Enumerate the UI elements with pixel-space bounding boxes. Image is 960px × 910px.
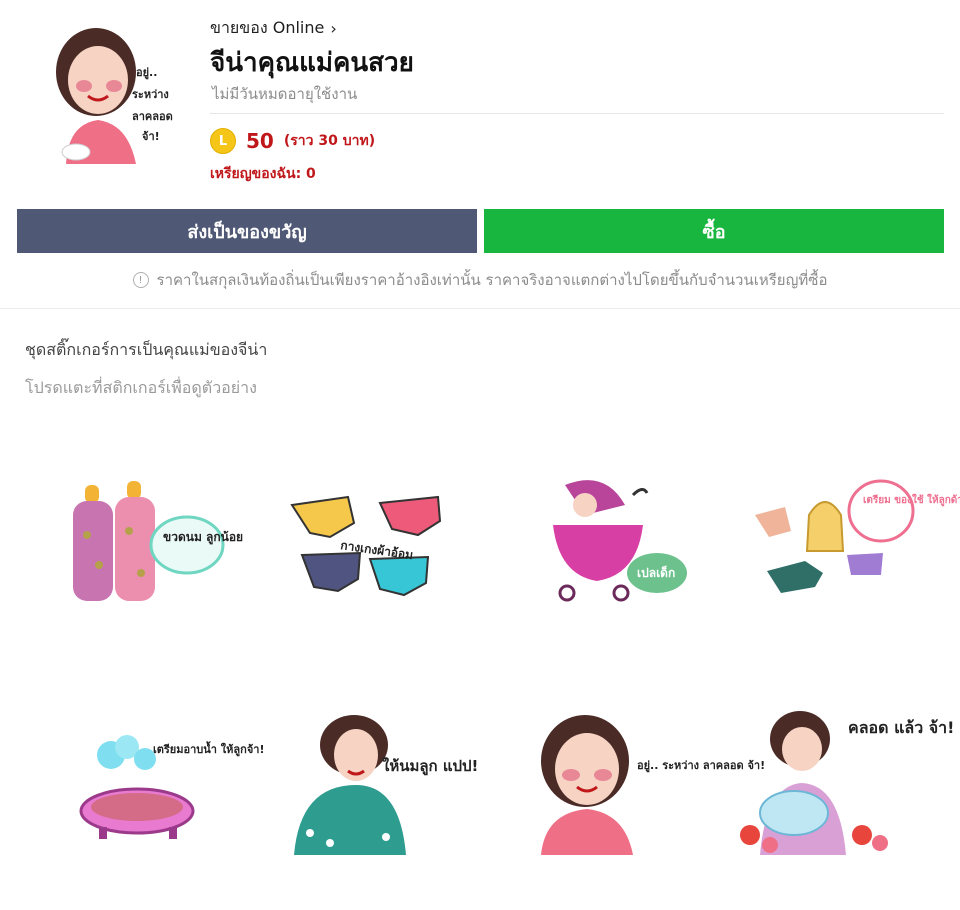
sticker-caption: ขวดนม ลูกน้อย (163, 530, 243, 545)
pack-description: ชุดสติ๊กเกอร์การเป็นคุณแม่ของจีน่า (25, 340, 268, 359)
seller-label: ขายของ Online (210, 18, 325, 37)
sticker-item[interactable]: ขวดนม ลูกน้อย (60, 460, 243, 620)
price-value: 50 (246, 129, 274, 153)
sticker-pack-thumbnail: อยู่.. ระหว่าง ลาคลอด จ้า! (48, 24, 188, 164)
my-coins: เหรียญของฉัน: 0 (210, 166, 316, 182)
seller-link[interactable]: ขายของ Online › (210, 16, 337, 41)
price-row: L 50 (ราว 30 บาท) (210, 128, 375, 154)
preview-hint: โปรดแตะที่สติกเกอร์เพื่อดูตัวอย่าง (25, 378, 257, 397)
sticker-item[interactable]: เปลเด็ก (520, 460, 700, 620)
buy-button[interactable]: ซื้อ (484, 209, 944, 253)
sticker-caption: คลอด แล้ว จ้า! (848, 718, 954, 737)
sticker-item[interactable]: อยู่.. ระหว่าง ลาคลอด จ้า! (520, 700, 765, 860)
gift-button[interactable]: ส่งเป็นของขวัญ (17, 209, 477, 253)
sticker-item[interactable]: ให้นมลูก แปป! (285, 700, 478, 860)
sticker-caption: เตรียมอาบน้ำ ให้ลูกจ้า! (153, 741, 264, 757)
validity-text: ไม่มีวันหมดอายุใช้งาน (212, 85, 358, 103)
svg-text:ระหว่าง: ระหว่าง (132, 88, 169, 101)
section-divider (0, 308, 960, 309)
chevron-right-icon: › (330, 19, 337, 38)
sticker-item[interactable]: คลอด แล้ว จ้า! (730, 700, 954, 860)
info-icon: ! (132, 272, 149, 288)
sticker-item[interactable]: เตรียม ของใช้ ให้ลูกด้วย (740, 460, 960, 620)
sticker-caption: เตรียม ของใช้ ให้ลูกด้วย (863, 493, 960, 507)
sticker-item[interactable]: กางเกงผ้าอ้อม (275, 460, 455, 620)
page-title: จีน่าคุณแม่คนสวย (210, 48, 414, 78)
sticker-caption: ให้นมลูก แปป! (382, 757, 478, 776)
svg-text:จ้า!: จ้า! (142, 130, 160, 143)
price-notice-text: ราคาในสกุลเงินท้องถิ่นเป็นเพียงราคาอ้างอ… (156, 271, 828, 289)
sticker-item[interactable]: เตรียมอาบน้ำ ให้ลูกจ้า! (60, 700, 264, 860)
price-notice: ! ราคาในสกุลเงินท้องถิ่นเป็นเพียงราคาอ้า… (0, 268, 960, 292)
divider (210, 113, 944, 114)
svg-text:ลาคลอด: ลาคลอด (132, 110, 173, 123)
sticker-caption: เปลเด็ก (637, 565, 675, 580)
price-approx: (ราว 30 บาท) (283, 133, 376, 149)
thumb-caption-line1: อยู่.. (136, 66, 157, 80)
coin-icon: L (210, 128, 236, 154)
